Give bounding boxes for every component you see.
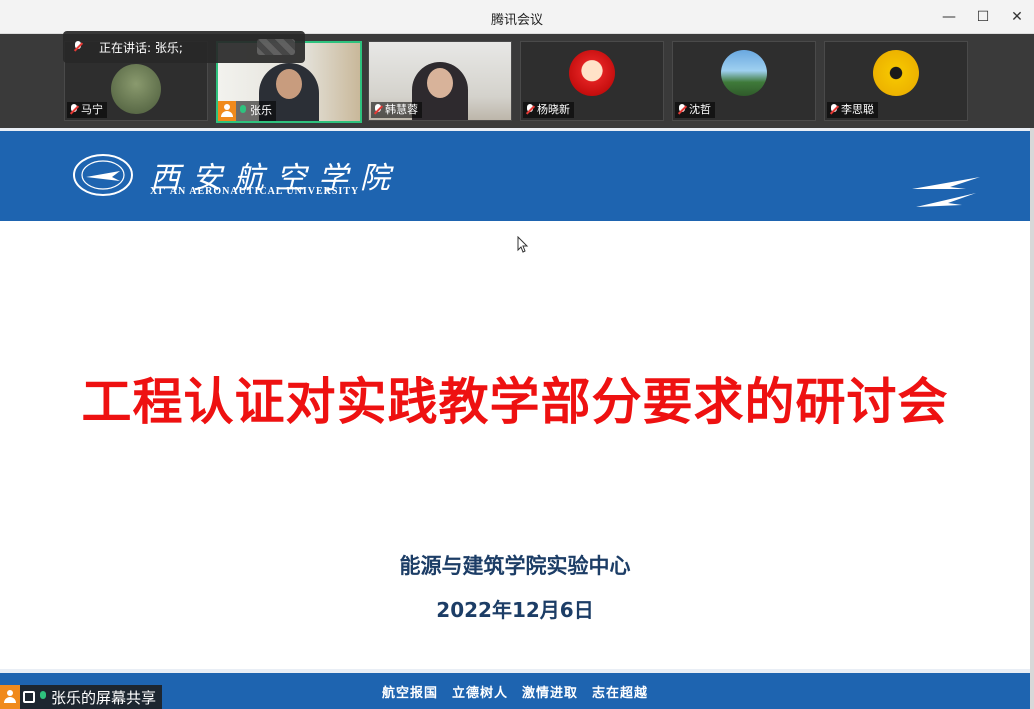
participant-strip: 马宁 张乐 韩慧蓉 杨晓新 沈哲 李思聪 正在讲话: 张乐; (0, 31, 1034, 128)
mic-muted-icon (73, 41, 83, 53)
mic-muted-icon (677, 104, 687, 116)
maximize-icon[interactable]: ☐ (966, 0, 1000, 33)
university-logo-icon (73, 154, 133, 196)
mic-muted-icon (373, 104, 383, 116)
screen-share-icon (23, 691, 35, 703)
mic-muted-icon (69, 104, 79, 116)
avatar (569, 50, 615, 96)
close-icon[interactable]: ✕ (1000, 0, 1034, 33)
window-controls: — ☐ ✕ (932, 0, 1034, 33)
participant-tile-yang-xiaoxin[interactable]: 杨晓新 (520, 41, 664, 121)
slide-date: 2022年12月6日 (436, 598, 594, 622)
mic-on-icon (38, 691, 48, 703)
mic-muted-icon (829, 104, 839, 116)
participant-name: 沈哲 (689, 103, 711, 116)
participant-name: 张乐 (250, 104, 272, 117)
participant-name: 韩慧蓉 (385, 103, 418, 116)
participant-name: 李思聪 (841, 103, 874, 116)
participant-name-tag: 杨晓新 (523, 102, 574, 118)
user-icon (218, 101, 236, 121)
participant-name-tag: 马宁 (67, 102, 107, 118)
title-bar: 腾讯会议 — ☐ ✕ (0, 0, 1034, 34)
university-name-en: XI' AN AERONAUTICAL UNIVERSITY (150, 186, 360, 197)
participant-name-tag: 张乐 (218, 101, 276, 121)
app-title: 腾讯会议 (490, 13, 543, 28)
slide-title: 工程认证对实践教学部分要求的研讨会 (81, 373, 949, 431)
avatar (873, 50, 919, 96)
user-icon (0, 685, 20, 709)
mic-muted-icon (525, 104, 535, 116)
participant-name: 马宁 (81, 103, 103, 116)
participant-name-tag: 李思聪 (827, 102, 878, 118)
slide-subtitle: 能源与建筑学院实验中心 (399, 554, 631, 578)
airplane-icon (912, 177, 980, 207)
speaking-label: 正在讲话: 张乐; (99, 40, 183, 55)
speaking-indicator: 正在讲话: 张乐; (63, 31, 305, 63)
collapse-handle[interactable] (257, 39, 295, 55)
minimize-icon[interactable]: — (932, 0, 966, 33)
avatar (721, 50, 767, 96)
participant-tile-li-sicong[interactable]: 李思聪 (824, 41, 968, 121)
participant-name-tag: 韩慧蓉 (371, 102, 422, 118)
participant-name-tag: 沈哲 (675, 102, 715, 118)
participant-name: 杨晓新 (537, 103, 570, 116)
slide-header: 西安航空学院 XI' AN AERONAUTICAL UNIVERSITY (0, 128, 1030, 221)
scrollbar[interactable] (1030, 128, 1034, 709)
participant-tile-han-huirong[interactable]: 韩慧蓉 (368, 41, 512, 121)
shared-slide: 西安航空学院 XI' AN AERONAUTICAL UNIVERSITY 工程… (0, 128, 1030, 709)
participant-tile-shen-zhe[interactable]: 沈哲 (672, 41, 816, 121)
mic-on-icon (238, 105, 248, 117)
avatar (111, 64, 161, 114)
screen-share-label: 张乐的屏幕共享 (51, 688, 157, 707)
mouse-cursor-icon (517, 236, 529, 253)
screen-share-indicator[interactable]: 张乐的屏幕共享 (0, 685, 163, 709)
